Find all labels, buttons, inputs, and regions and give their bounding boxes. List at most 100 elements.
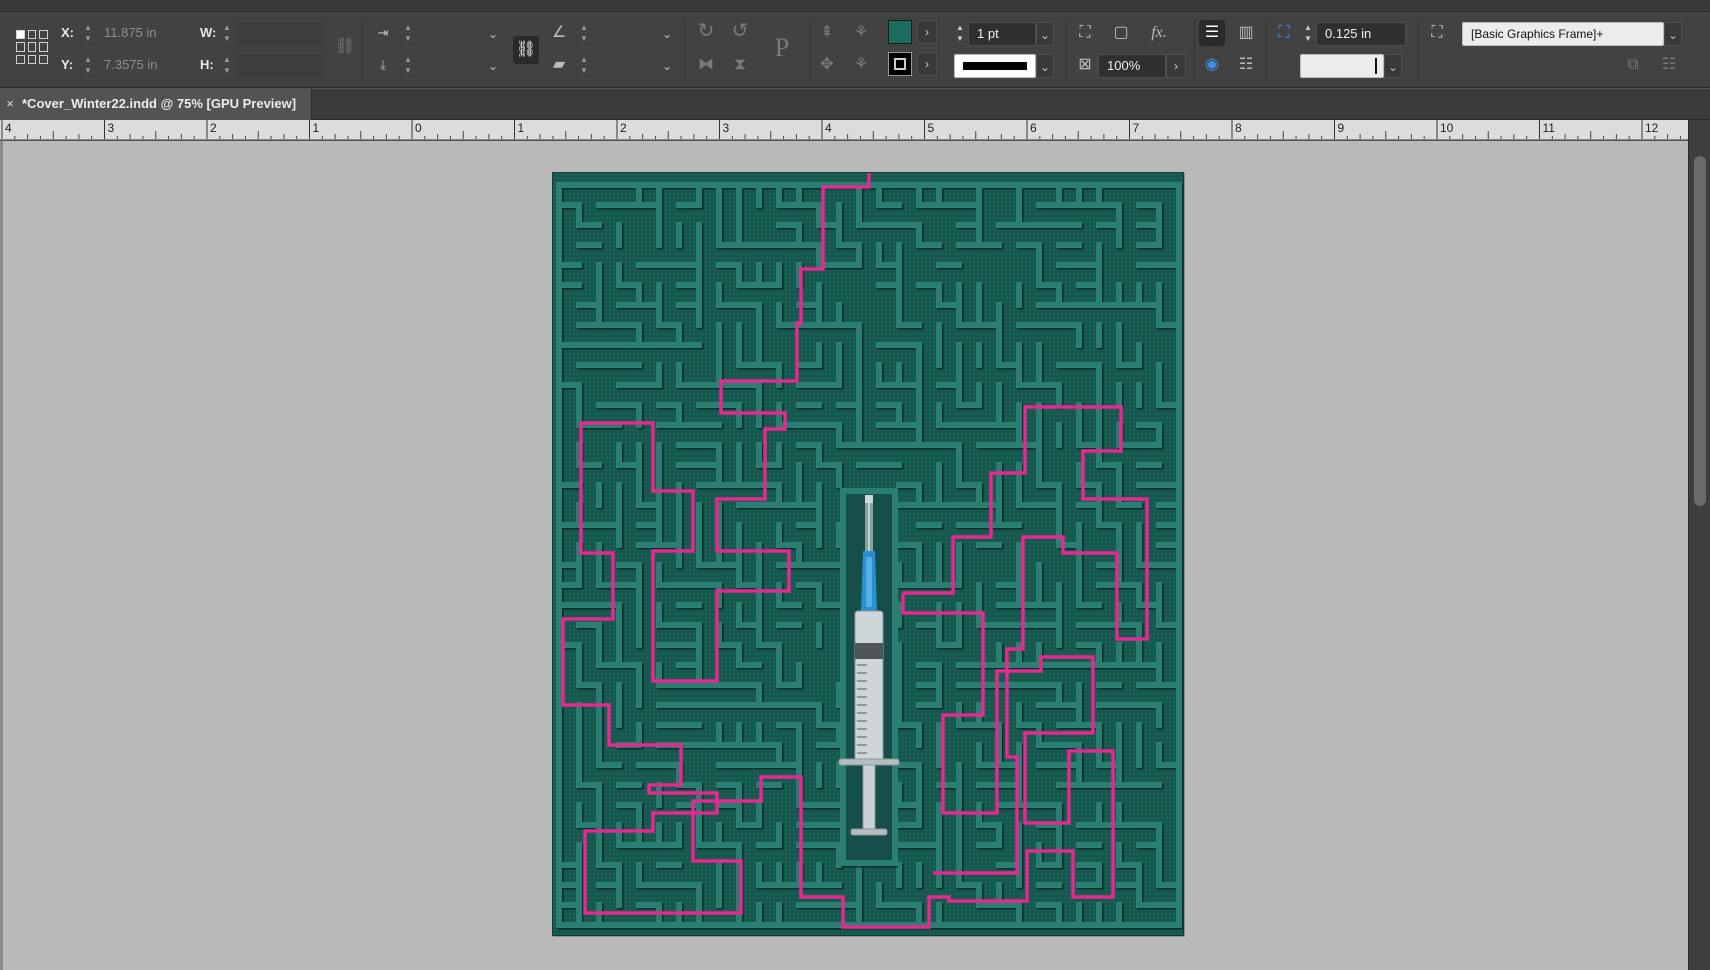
opacity-menu-button[interactable]: ›	[1166, 54, 1186, 78]
ruler-label: 2	[210, 121, 217, 135]
reference-point-middle-right[interactable]	[39, 42, 48, 52]
h-label: H:	[200, 57, 214, 72]
ruler-label: 11	[1542, 121, 1555, 135]
opacity-icon: ⊠	[1078, 56, 1092, 73]
reference-point-bottom-center[interactable]	[27, 54, 37, 64]
scale-x-icon: ⇥	[377, 25, 389, 40]
rotate-clockwise-icon[interactable]: ↻	[693, 18, 719, 44]
shear-angle-icon: ▰	[552, 56, 566, 73]
object-style-dropdown-icon[interactable]: ⌄	[1664, 22, 1682, 46]
ruler-label: 0	[415, 121, 422, 135]
ruler-label: 12	[1645, 121, 1659, 135]
reference-point-grid[interactable]	[16, 30, 48, 64]
shear-dropdown-icon[interactable]: ⌄	[658, 54, 676, 78]
corner-options-icon[interactable]: ⛶	[1072, 20, 1098, 46]
opacity-field[interactable]: 100%	[1098, 54, 1166, 78]
frame-fitting-dropdown-icon[interactable]: ⌄	[1384, 54, 1402, 78]
fill-swatch-menu-button[interactable]: ›	[917, 20, 937, 44]
drop-shadow-icon[interactable]: ▢	[1108, 20, 1134, 46]
document-tab[interactable]: × *Cover_Winter22.indd @ 75% [GPU Previe…	[0, 89, 312, 120]
height-field[interactable]	[236, 54, 324, 78]
ruler-label: 5	[927, 121, 935, 135]
stroke-weight-field[interactable]: 1 pt	[968, 22, 1036, 46]
scale-x-dropdown-icon[interactable]: ⌄	[484, 22, 502, 46]
fx-effects-icon[interactable]: fx.	[1146, 20, 1172, 46]
y-label: Y:	[61, 57, 74, 72]
h-stepper[interactable]: ▲ ▼	[221, 54, 233, 78]
rotation-stepper[interactable]: ▲ ▼	[578, 22, 590, 46]
ruler-label: 4	[5, 121, 12, 135]
y-stepper[interactable]: ▲ ▼	[82, 54, 94, 78]
y-position-field[interactable]: 7.3575 in	[96, 54, 182, 78]
vertical-ruler-edge	[0, 141, 3, 970]
x-position-field[interactable]: 11.875 in	[96, 22, 182, 46]
flip-vertical-icon[interactable]: ⧗	[727, 52, 753, 78]
horizontal-ruler[interactable]: 4 3 2 1 0 1 2 3 4 5 6 7 8 9 10 11 12	[0, 120, 1688, 140]
rotation-angle-icon: ∠	[551, 24, 567, 41]
stroke-weight-stepper[interactable]: ▲ ▼	[954, 22, 966, 46]
stroke-type-dropdown-icon[interactable]: ⌄	[1036, 54, 1054, 78]
ruler-label: 9	[1337, 121, 1345, 135]
jump-to-next-column-icon[interactable]: ☷	[1233, 52, 1259, 78]
cover-page[interactable]	[552, 172, 1184, 936]
rotation-dropdown-icon[interactable]: ⌄	[658, 22, 676, 46]
cover-artwork	[553, 173, 1183, 935]
flip-horizontal-icon[interactable]: ⧓	[693, 52, 719, 78]
reference-point-bottom-right[interactable]	[39, 54, 48, 64]
gap-field[interactable]: 0.125 in	[1316, 22, 1406, 46]
wrap-around-bounding-box-icon[interactable]: ☰	[1199, 20, 1225, 46]
separator	[1194, 19, 1195, 81]
ruler-label: 4	[825, 121, 832, 135]
rotate-counterclockwise-icon[interactable]: ↺	[727, 18, 753, 44]
reference-point-top-right[interactable]	[39, 30, 48, 40]
scale-x-stepper[interactable]: ▲ ▼	[402, 22, 414, 46]
separator	[1066, 19, 1067, 81]
object-style-field[interactable]: [Basic Graphics Frame]+	[1462, 22, 1664, 46]
frame-fitting-field[interactable]	[1300, 54, 1384, 78]
control-panel: X: ▲ ▼ 11.875 in Y: ▲ ▼ 7.3575 in W: ▲ ▼ H:…	[0, 12, 1710, 88]
constrain-proportions-broken-icon[interactable]: ⛓	[332, 34, 358, 60]
stroke-color-swatch[interactable]	[888, 52, 912, 76]
ruler-label: 2	[620, 121, 627, 135]
select-content-icon[interactable]: ⚘	[848, 20, 874, 46]
separator	[810, 19, 811, 81]
wrap-around-shape-icon[interactable]: ▥	[1233, 20, 1259, 46]
reference-point-center[interactable]	[27, 42, 37, 52]
select-next-object-icon[interactable]: ⚘	[848, 52, 874, 78]
document-tab-bar: × *Cover_Winter22.indd @ 75% [GPU Previe…	[0, 89, 1710, 120]
panel-options-icon[interactable]: ☷	[1656, 52, 1682, 78]
separator	[362, 19, 363, 81]
fill-color-swatch[interactable]	[888, 20, 912, 44]
shear-stepper[interactable]: ▲ ▼	[578, 54, 590, 78]
stroke-type-field[interactable]	[954, 54, 1036, 78]
reference-point-top-left[interactable]	[16, 30, 25, 40]
reference-point-top-center[interactable]	[27, 30, 37, 40]
reference-point-middle-left[interactable]	[16, 42, 25, 52]
ruler-label: 3	[107, 121, 115, 135]
vertical-scrollbar[interactable]	[1688, 120, 1710, 970]
x-label: X:	[61, 25, 74, 40]
stroke-weight-dropdown-icon[interactable]: ⌄	[1036, 22, 1054, 46]
ruler-label: 1	[517, 121, 525, 135]
scale-y-dropdown-icon[interactable]: ⌄	[484, 54, 502, 78]
indesign-window: X: ▲ ▼ 11.875 in Y: ▲ ▼ 7.3575 in W: ▲ ▼ H:…	[0, 0, 1710, 970]
width-field[interactable]	[236, 22, 324, 46]
ruler-label: 8	[1235, 121, 1242, 135]
reference-point-bottom-left[interactable]	[16, 54, 25, 64]
ruler-label: 7	[1132, 121, 1140, 135]
ruler-label: 3	[722, 121, 730, 135]
clear-overrides-icon[interactable]: ⧉	[1620, 52, 1646, 78]
w-stepper[interactable]: ▲ ▼	[221, 22, 233, 46]
close-tab-icon[interactable]: ×	[2, 95, 18, 113]
ruler-label: 6	[1030, 121, 1037, 135]
separator	[1266, 19, 1267, 81]
constrain-scale-link-icon[interactable]: ⛓	[513, 36, 539, 64]
select-previous-object-icon[interactable]: ✥	[814, 52, 840, 78]
stroke-swatch-menu-button[interactable]: ›	[917, 52, 937, 76]
vertical-scrollbar-thumb[interactable]	[1694, 156, 1706, 506]
jump-object-icon[interactable]: ◉	[1199, 52, 1225, 78]
gap-stepper[interactable]: ▲ ▼	[1302, 22, 1314, 46]
select-container-icon[interactable]: ⇞	[814, 20, 840, 46]
scale-y-stepper[interactable]: ▲ ▼	[402, 54, 414, 78]
x-stepper[interactable]: ▲ ▼	[82, 22, 94, 46]
